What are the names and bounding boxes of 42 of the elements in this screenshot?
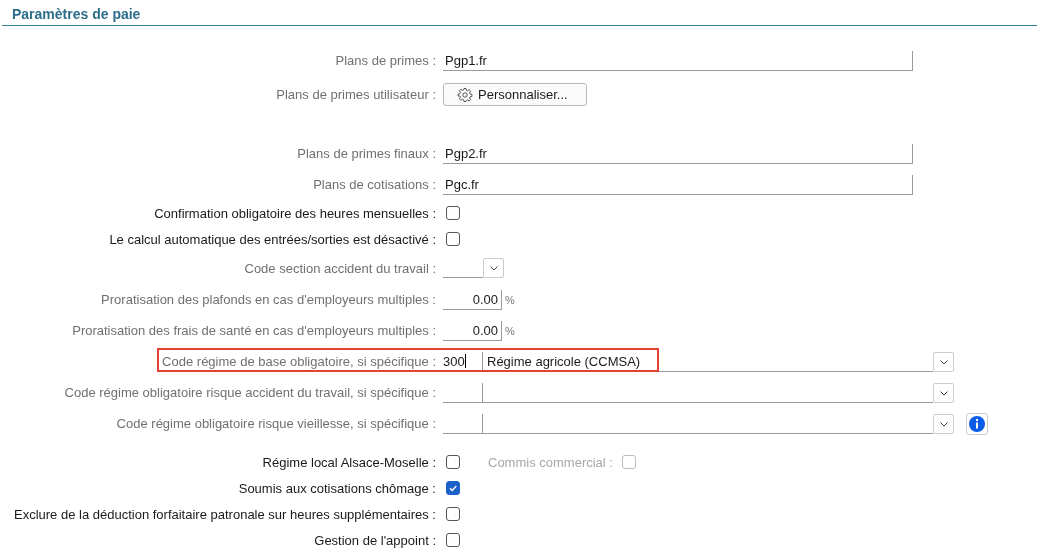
field-label: Exclure de la déduction forfaitaire patronale sur heures supplémentaires :	[13, 505, 436, 524]
checkbox[interactable]	[446, 481, 460, 495]
checkbox[interactable]	[446, 455, 460, 469]
field-label: Plans de primes :	[335, 52, 436, 70]
field-label: Proratisation des frais de santé en cas d'employeurs multiples :	[72, 322, 436, 340]
unit-label: %	[505, 293, 515, 306]
field-label: Code régime obligatoire risque accident du travail, si spécifique :	[64, 384, 436, 402]
field-label: Gestion de l'appoint :	[314, 531, 436, 550]
dropdown-button[interactable]	[933, 351, 954, 372]
field-label: Plans de cotisations :	[313, 176, 436, 194]
field-label: Confirmation obligatoire des heures mensuelles :	[154, 204, 436, 223]
checkbox[interactable]	[446, 232, 460, 246]
dropdown-button[interactable]	[933, 382, 954, 403]
code-field[interactable]	[443, 382, 483, 403]
customize-button[interactable]: Personnaliser...	[443, 83, 587, 106]
field-label: Le calcul automatique des entrées/sorties est désactivé :	[109, 230, 436, 249]
field-label: Commis commercial :	[488, 454, 613, 470]
text-field[interactable]: Pgp2.fr	[443, 143, 913, 164]
settings-icon	[457, 86, 473, 103]
description-text: Régime agricole (CCMSA)	[483, 351, 641, 372]
field-label: Code régime de base obligatoire, si spécifique :	[162, 353, 436, 371]
field-label: Plans de primes finaux :	[297, 145, 436, 163]
info-icon[interactable]	[966, 412, 988, 435]
number-field[interactable]: 0.00	[443, 289, 502, 310]
checkbox[interactable]	[446, 533, 460, 547]
field-label: Proratisation des plafonds en cas d'employeurs multiples :	[101, 291, 436, 309]
dropdown-button[interactable]	[933, 413, 954, 434]
field-label: Code régime obligatoire risque vieillesse, si spécifique :	[116, 415, 436, 433]
code-field[interactable]	[443, 413, 483, 434]
field-label: Régime local Alsace-Moselle :	[262, 453, 436, 472]
checkbox[interactable]	[446, 206, 460, 220]
number-field[interactable]: 0.00	[443, 320, 502, 341]
code-field[interactable]: 300	[443, 351, 483, 372]
text-field[interactable]: Pgp1.fr	[443, 50, 913, 71]
field-label: Plans de primes utilisateur :	[276, 86, 436, 104]
section-title: Paramètres de paie	[12, 6, 141, 22]
checkbox[interactable]	[446, 507, 460, 521]
dropdown-button[interactable]	[483, 258, 504, 278]
text-field[interactable]: Pgc.fr	[443, 174, 913, 195]
unit-label: %	[505, 324, 515, 337]
field-label: Code section accident du travail :	[244, 259, 436, 278]
field-label: Soumis aux cotisations chômage :	[238, 479, 436, 498]
